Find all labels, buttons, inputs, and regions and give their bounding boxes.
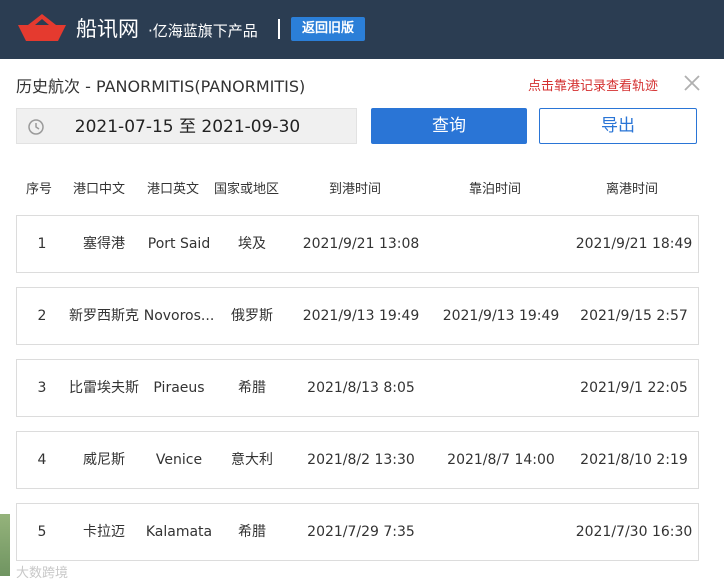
cell-index: 2 — [37, 308, 47, 324]
cell-berth-time: 2021/8/7 14:00 — [447, 452, 555, 468]
cell-departure-time: 2021/9/15 2:57 — [580, 308, 688, 324]
cell-port-en: Novoros... — [143, 308, 215, 324]
watermark-text: 大数跨境 — [16, 566, 69, 581]
cell-departure-time: 2021/9/1 22:05 — [580, 380, 688, 396]
cell-port-cn: 比雷埃夫斯 — [69, 380, 139, 396]
cell-index: 4 — [37, 452, 47, 468]
export-button[interactable]: 导出 — [539, 108, 697, 144]
cell-port-en: Venice — [155, 452, 203, 468]
cell-port-en: Port Said — [147, 236, 211, 252]
cell-country: 希腊 — [238, 524, 266, 540]
site-logo-text[interactable]: 船讯网 — [76, 17, 139, 41]
cell-port-cn: 新罗西斯克 — [69, 308, 139, 324]
top-header-bar: 船讯网 ·亿海蓝旗下产品 返回旧版 — [0, 0, 724, 59]
cell-departure-time: 2021/7/30 16:30 — [575, 524, 693, 540]
panel-title: 历史航次 - PANORMITIS(PANORMITIS) — [16, 77, 306, 96]
cell-arrival-time: 2021/9/13 19:49 — [302, 308, 420, 324]
cell-arrival-time: 2021/8/2 13:30 — [307, 452, 415, 468]
cell-port-en: Kalamata — [145, 524, 213, 540]
cell-arrival-time: 2021/7/29 7:35 — [307, 524, 415, 540]
cell-index: 5 — [37, 524, 47, 540]
cell-departure-time: 2021/8/10 2:19 — [580, 452, 688, 468]
cell-country: 希腊 — [238, 380, 266, 396]
watermark-logo-icon — [0, 514, 10, 576]
table-row[interactable]: 1 塞得港 Port Said 埃及 2021/9/21 13:08 2021/… — [16, 215, 699, 273]
header-country: 国家或地区 — [214, 182, 280, 197]
cell-port-cn: 塞得港 — [83, 236, 125, 252]
date-range-value: 2021-07-15 至 2021-09-30 — [74, 117, 301, 137]
cell-port-cn: 卡拉迈 — [83, 524, 125, 540]
cell-port-cn: 威尼斯 — [83, 452, 125, 468]
cell-departure-time: 2021/9/21 18:49 — [575, 236, 693, 252]
view-track-link[interactable]: 点击靠港记录查看轨迹 — [528, 75, 658, 94]
cell-country: 埃及 — [238, 236, 266, 252]
cell-country: 俄罗斯 — [231, 308, 273, 324]
header-arrival-time: 到港时间 — [329, 182, 382, 197]
back-to-old-version-button[interactable]: 返回旧版 — [291, 17, 365, 41]
header-departure-time: 离港时间 — [606, 182, 659, 197]
site-logo-subtitle: ·亿海蓝旗下产品 — [148, 22, 258, 40]
header-port-cn: 港口中文 — [73, 182, 126, 197]
close-icon[interactable] — [682, 73, 702, 93]
header-berth-time: 靠泊时间 — [469, 182, 522, 197]
table-row[interactable]: 4 威尼斯 Venice 意大利 2021/8/2 13:30 2021/8/7… — [16, 431, 699, 489]
header-port-en: 港口英文 — [147, 182, 200, 197]
table-row[interactable]: 2 新罗西斯克 Novoros... 俄罗斯 2021/9/13 19:49 2… — [16, 287, 699, 345]
cell-port-en: Piraeus — [153, 380, 205, 396]
ship-logo-icon[interactable] — [14, 11, 70, 43]
header-divider — [278, 19, 280, 39]
header-index: 序号 — [26, 182, 53, 197]
cell-arrival-time: 2021/8/13 8:05 — [307, 380, 415, 396]
cell-index: 1 — [37, 236, 47, 252]
cell-country: 意大利 — [231, 452, 273, 468]
cell-index: 3 — [37, 380, 47, 396]
cell-berth-time: 2021/9/13 19:49 — [442, 308, 560, 324]
table-row[interactable]: 5 卡拉迈 Kalamata 希腊 2021/7/29 7:35 2021/7/… — [16, 503, 699, 561]
date-range-picker[interactable]: 2021-07-15 至 2021-09-30 — [16, 108, 357, 144]
table-row[interactable]: 3 比雷埃夫斯 Piraeus 希腊 2021/8/13 8:05 2021/9… — [16, 359, 699, 417]
cell-arrival-time: 2021/9/21 13:08 — [302, 236, 420, 252]
query-button[interactable]: 查询 — [371, 108, 527, 144]
